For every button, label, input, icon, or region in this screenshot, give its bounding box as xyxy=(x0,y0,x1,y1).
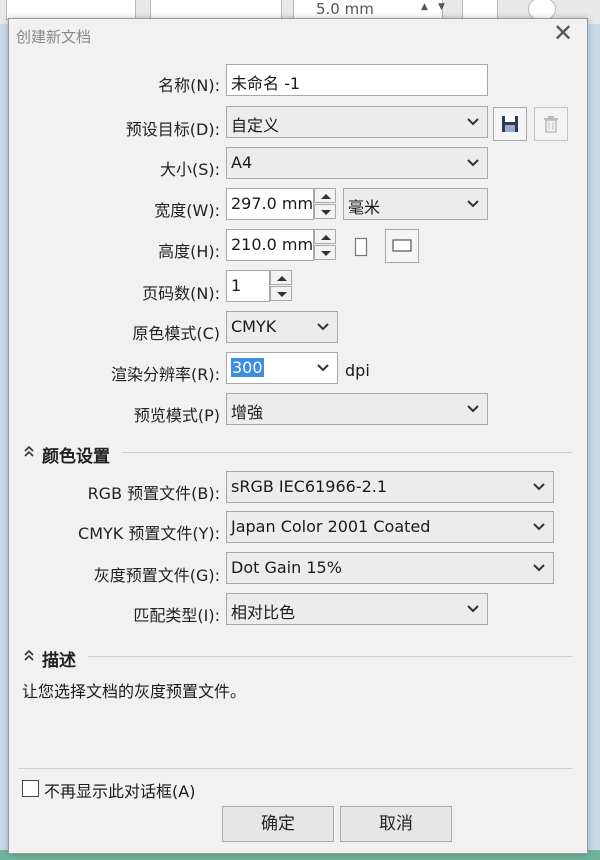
resolution-value: 300 xyxy=(231,358,264,377)
gray-profile-value: Dot Gain 15% xyxy=(231,558,342,577)
delete-preset-button[interactable] xyxy=(534,107,568,141)
size-label: 大小(S): xyxy=(159,160,220,179)
landscape-orientation-button[interactable] xyxy=(385,229,419,263)
background-edge xyxy=(0,24,8,854)
create-document-dialog xyxy=(8,18,588,854)
bg-round-button xyxy=(528,0,556,20)
save-preset-button[interactable] xyxy=(493,107,527,141)
cmyk-profile-select[interactable]: Japan Color 2001 Coated xyxy=(226,511,554,543)
rgb-profile-label: RGB 预置文件(B): xyxy=(87,484,220,503)
dialog-title: 创建新文档 xyxy=(16,28,92,46)
pages-value: 1 xyxy=(231,276,242,295)
collapse-chevron-icon[interactable] xyxy=(22,445,36,459)
color-mode-value: CMYK xyxy=(231,317,277,336)
pages-spinner[interactable] xyxy=(270,270,292,302)
pages-label: 页码数(N): xyxy=(142,284,220,303)
width-spin-down[interactable] xyxy=(314,204,336,219)
name-label: 名称(N): xyxy=(158,76,220,95)
triangle-up-icon xyxy=(277,276,287,281)
height-spinner[interactable] xyxy=(314,229,336,261)
landscape-orientation-icon xyxy=(392,239,412,252)
resolution-unit: dpi xyxy=(345,361,370,380)
matching-type-label: 匹配类型(I): xyxy=(133,606,220,625)
chevron-down-icon xyxy=(317,364,329,372)
bg-cursor-button xyxy=(462,0,498,20)
width-input[interactable]: 297.0 mm xyxy=(226,188,314,220)
collapse-chevron-icon[interactable] xyxy=(22,649,36,663)
pages-spin-down[interactable] xyxy=(270,286,292,301)
gray-profile-label: 灰度预置文件(G): xyxy=(93,566,220,585)
cmyk-profile-label: CMYK 预置文件(Y): xyxy=(78,524,220,543)
cmyk-profile-value: Japan Color 2001 Coated xyxy=(231,517,431,536)
matching-type-select[interactable]: 相对比色 xyxy=(226,593,488,625)
rgb-profile-select[interactable]: sRGB IEC61966-2.1 xyxy=(226,471,554,503)
chevron-down-icon xyxy=(533,483,545,491)
color-mode-select[interactable]: CMYK xyxy=(226,311,338,343)
bg-spin-up-icon: ▲ xyxy=(421,2,428,12)
dont-show-checkbox[interactable] xyxy=(22,780,39,797)
bg-field xyxy=(6,0,136,20)
unit-select[interactable]: 毫米 xyxy=(343,188,488,220)
width-spinner[interactable] xyxy=(314,188,336,220)
bg-spin-down-icon: ▼ xyxy=(438,2,445,12)
section-divider xyxy=(122,452,572,453)
save-icon xyxy=(502,116,518,132)
preset-select[interactable]: 自定义 xyxy=(226,106,488,138)
chevron-down-icon xyxy=(533,564,545,572)
portrait-orientation-icon[interactable] xyxy=(354,237,368,257)
triangle-up-icon xyxy=(321,235,331,240)
chevron-down-icon xyxy=(467,605,479,613)
chevron-down-icon xyxy=(467,159,479,167)
bg-field xyxy=(150,0,282,20)
preview-mode-value: 增強 xyxy=(231,403,264,422)
footer-divider xyxy=(18,768,572,769)
background-edge xyxy=(586,24,600,854)
chevron-down-icon xyxy=(317,323,329,331)
width-value: 297.0 mm xyxy=(231,194,314,213)
section-divider xyxy=(88,656,572,657)
chevron-down-icon xyxy=(467,200,479,208)
pages-input[interactable]: 1 xyxy=(226,270,270,302)
description-text: 让您选择文档的灰度预置文件。 xyxy=(22,682,247,701)
triangle-up-icon xyxy=(321,194,331,199)
name-input[interactable]: 未命名 -1 xyxy=(226,64,488,96)
cancel-button[interactable]: 取消 xyxy=(340,806,452,842)
triangle-down-icon xyxy=(321,251,331,256)
chevron-down-icon xyxy=(467,405,479,413)
rgb-profile-value: sRGB IEC61966-2.1 xyxy=(231,477,388,496)
description-header[interactable]: 描述 xyxy=(42,646,76,671)
width-label: 宽度(W): xyxy=(154,201,220,220)
height-value: 210.0 mm xyxy=(231,235,314,254)
color-mode-label: 原色模式(C) xyxy=(132,324,220,343)
gray-profile-select[interactable]: Dot Gain 15% xyxy=(226,552,554,584)
preset-value: 自定义 xyxy=(231,116,280,135)
preset-label: 预设目标(D): xyxy=(125,120,220,139)
trash-icon xyxy=(544,116,558,133)
height-label: 高度(H): xyxy=(158,242,220,261)
chevron-down-icon xyxy=(467,118,479,126)
name-value: 未命名 -1 xyxy=(231,74,301,93)
dont-show-label[interactable]: 不再显示此对话框(A) xyxy=(44,778,195,802)
triangle-down-icon xyxy=(277,292,287,297)
width-spin-up[interactable] xyxy=(314,188,336,203)
ok-button[interactable]: 确定 xyxy=(222,806,334,842)
size-value: A4 xyxy=(231,153,253,172)
size-select[interactable]: A4 xyxy=(226,147,488,179)
height-input[interactable]: 210.0 mm xyxy=(226,229,314,261)
pages-spin-up[interactable] xyxy=(270,270,292,285)
color-settings-header[interactable]: 颜色设置 xyxy=(42,442,110,467)
matching-type-value: 相对比色 xyxy=(231,603,296,622)
height-spin-up[interactable] xyxy=(314,229,336,244)
resolution-label: 渲染分辨率(R): xyxy=(111,365,220,384)
resolution-combobox[interactable]: 300 xyxy=(226,352,338,384)
triangle-down-icon xyxy=(321,210,331,215)
preview-mode-label: 预览模式(P) xyxy=(133,406,220,425)
unit-value: 毫米 xyxy=(348,198,381,217)
bg-toolbar-value: 5.0 mm xyxy=(316,0,374,18)
close-icon[interactable]: ✕ xyxy=(550,20,576,46)
chevron-down-icon xyxy=(533,523,545,531)
preview-mode-select[interactable]: 增強 xyxy=(226,393,488,425)
height-spin-down[interactable] xyxy=(314,245,336,260)
